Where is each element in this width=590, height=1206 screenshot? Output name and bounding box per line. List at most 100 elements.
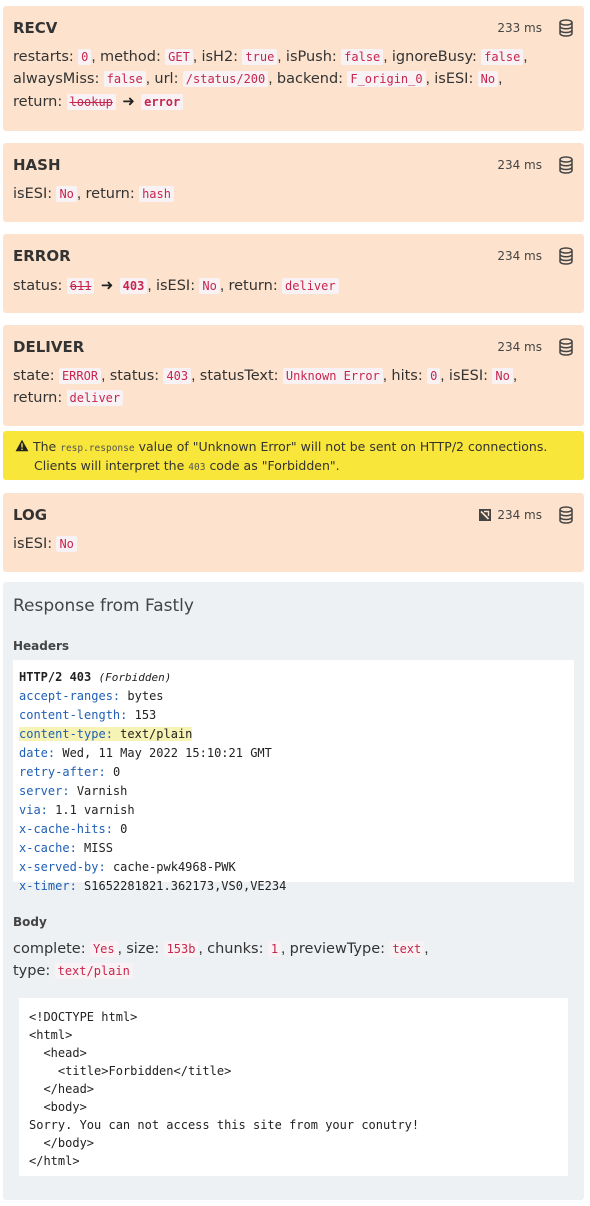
header-row: x-cache: MISS: [19, 839, 568, 858]
log-time: 234 ms: [497, 508, 542, 522]
value: No: [199, 278, 220, 294]
database-icon[interactable]: [558, 19, 574, 37]
deliver-meta: 234 ms: [497, 337, 574, 357]
header-value: bytes: [127, 689, 164, 703]
key: statusText:: [199, 368, 279, 384]
value: Unknown Error: [282, 368, 383, 384]
new-value: 403: [119, 278, 148, 294]
status-line: HTTP/2 403 (Forbidden): [19, 668, 568, 687]
key: size:: [126, 941, 160, 957]
key: return:: [228, 278, 278, 294]
body-meta: complete: Yes, size: 153b, chunks: 1, pr…: [13, 940, 429, 979]
warning-text: code as "Forbidden".: [209, 458, 340, 473]
key: status:: [13, 278, 63, 294]
value: text: [389, 941, 425, 957]
hash-title: HASH: [13, 156, 61, 174]
log-entry-icon: [479, 509, 492, 521]
new-value: error: [141, 94, 184, 110]
key: isESI:: [434, 71, 474, 87]
recv-meta: 233 ms: [497, 18, 574, 38]
log-card: LOG 234 ms isESI: No: [3, 493, 584, 572]
header-value: S1652281821.362173,VS0,VE234: [84, 879, 287, 893]
header-value: 0: [112, 765, 121, 779]
status-text: (Forbidden): [98, 671, 172, 684]
header-row: via: 1.1 varnish: [19, 801, 568, 820]
database-icon[interactable]: [558, 338, 574, 356]
deliver-body: state: ERROR, status: 403, statusText: U…: [13, 367, 518, 406]
log-body: isESI: No: [13, 533, 574, 555]
key: isH2:: [201, 49, 239, 65]
value: false: [103, 71, 146, 87]
header-key: accept-ranges:: [19, 689, 121, 703]
header-key: server:: [19, 784, 70, 798]
value: hash: [139, 186, 174, 202]
database-icon[interactable]: [558, 506, 574, 524]
warning-line-2: Clients will interpret the 403 code as "…: [15, 457, 574, 476]
header-row: x-cache-hits: 0: [19, 820, 568, 839]
body-preview: <!DOCTYPE html> <html> <head> <title>For…: [19, 998, 568, 1176]
header-row: content-type: text/plain: [19, 725, 568, 744]
headers-box: HTTP/2 403 (Forbidden) accept-ranges: by…: [13, 660, 574, 893]
header-key: content-type:: [19, 727, 113, 741]
header-row: date: Wed, 11 May 2022 15:10:21 GMT: [19, 744, 568, 763]
response-panel: Response from Fastly Headers HTTP/2 403 …: [3, 582, 584, 1200]
value: false: [481, 49, 524, 65]
value: 1: [267, 941, 282, 957]
header-key: x-timer:: [19, 879, 77, 893]
key: previewType:: [289, 941, 386, 957]
value: true: [242, 49, 278, 65]
error-title: ERROR: [13, 247, 71, 265]
key: url:: [154, 71, 179, 87]
warning-line-1: The resp.response value of "Unknown Erro…: [15, 438, 574, 457]
value: 0: [78, 49, 92, 65]
old-value: lookup: [66, 94, 116, 110]
value: Yes: [89, 941, 118, 957]
recv-card: RECV 233 ms restarts: 0, method: GET, is…: [3, 6, 584, 131]
header-row: server: Varnish: [19, 782, 568, 801]
header-key: via:: [19, 803, 48, 817]
value: No: [477, 71, 499, 87]
recv-time: 233 ms: [497, 21, 542, 35]
headers-label: Headers: [13, 639, 70, 653]
highlighted-header: content-type: text/plain: [19, 727, 193, 741]
key: chunks:: [207, 941, 264, 957]
header-key: x-cache-hits:: [19, 822, 113, 836]
value: text/plain: [54, 963, 133, 979]
hash-time: 234 ms: [497, 158, 542, 172]
header-value: MISS: [84, 841, 113, 855]
database-icon[interactable]: [558, 156, 574, 174]
body-label: Body: [13, 915, 47, 929]
header-value: Varnish: [76, 784, 128, 798]
value: deliver: [282, 278, 339, 294]
warning-code: 403: [188, 462, 206, 473]
value: ERROR: [58, 368, 102, 384]
header-value: text/plain: [120, 727, 193, 741]
value: F_origin_0: [347, 71, 426, 87]
header-key: x-served-by:: [19, 860, 106, 874]
header-key: date:: [19, 746, 56, 760]
warning-text: Clients will interpret the: [34, 458, 185, 473]
warning-code: resp.response: [60, 443, 135, 454]
header-key: retry-after:: [19, 765, 106, 779]
response-title: Response from Fastly: [13, 596, 194, 616]
value: No: [492, 368, 513, 384]
header-row: retry-after: 0: [19, 763, 568, 782]
value: 403: [163, 368, 192, 384]
header-row: x-timer: S1652281821.362173,VS0,VE234: [19, 877, 568, 896]
key: return:: [13, 94, 63, 110]
header-value: 1.1 varnish: [55, 803, 135, 817]
error-card: ERROR 234 ms status: 611 ➜ 403, isESI: N…: [3, 234, 584, 313]
value: 0: [427, 368, 441, 384]
warning-icon: [15, 439, 29, 452]
hash-card: HASH 234 ms isESI: No, return: hash: [3, 143, 584, 222]
key: state:: [13, 368, 55, 384]
http2-warning: The resp.response value of "Unknown Erro…: [3, 431, 584, 480]
header-row: accept-ranges: bytes: [19, 687, 568, 706]
key: type:: [13, 963, 51, 979]
old-value: 611: [66, 278, 95, 294]
value: false: [341, 49, 384, 65]
key: return:: [85, 186, 135, 202]
database-icon[interactable]: [558, 247, 574, 265]
key: return:: [13, 390, 63, 406]
value: No: [56, 186, 77, 202]
